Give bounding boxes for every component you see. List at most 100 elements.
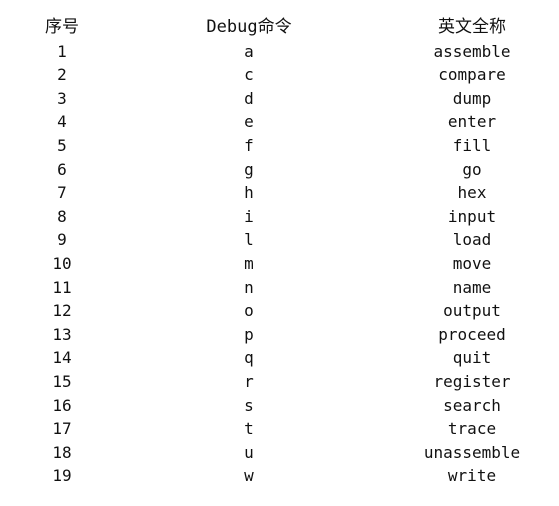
table-row: 8 i input xyxy=(0,205,559,229)
table-row-inner: 10 m move xyxy=(0,252,559,276)
table-row-inner: 1 a assemble xyxy=(0,40,559,64)
table-row-inner: 2 c compare xyxy=(0,63,559,87)
row-index: 15 xyxy=(52,371,72,391)
row-debug-command: q xyxy=(244,348,254,368)
table-row: 9 l load xyxy=(0,228,559,252)
table-header-inner: 序号 Debug命令 英文全称 xyxy=(0,16,559,40)
table-row: 18 u unassemble xyxy=(0,441,559,465)
row-debug-command: t xyxy=(244,419,254,439)
row-debug-command: e xyxy=(244,112,254,132)
row-index: 11 xyxy=(52,277,72,297)
table-row-inner: 5 f fill xyxy=(0,134,559,158)
table-row: 15 r register xyxy=(0,370,559,394)
row-english-name: input xyxy=(447,206,497,226)
row-index: 14 xyxy=(52,348,72,368)
row-index: 10 xyxy=(52,253,72,273)
row-debug-command: f xyxy=(244,135,254,155)
row-index: 8 xyxy=(57,206,67,226)
table-row: 11 n name xyxy=(0,276,559,300)
table-row: 16 s search xyxy=(0,394,559,418)
table-row-inner: 11 n name xyxy=(0,276,559,300)
table-header-row: 序号 Debug命令 英文全称 xyxy=(0,16,559,40)
row-english-name: go xyxy=(462,159,482,179)
table-row: 12 o output xyxy=(0,299,559,323)
row-debug-command: r xyxy=(244,371,254,391)
row-english-name: name xyxy=(452,277,492,297)
table-row: 10 m move xyxy=(0,252,559,276)
row-index: 4 xyxy=(57,112,67,132)
row-index: 1 xyxy=(57,41,67,61)
table-row: 1 a assemble xyxy=(0,40,559,64)
debug-command-table: 序号 Debug命令 英文全称 1 a assemble 2 c compare 3 d dum… xyxy=(0,16,559,488)
row-index: 13 xyxy=(52,324,72,344)
row-english-name: load xyxy=(452,230,492,250)
table-row-inner: 7 h hex xyxy=(0,181,559,205)
row-debug-command: g xyxy=(244,159,254,179)
row-index: 9 xyxy=(57,230,67,250)
table-row: 7 h hex xyxy=(0,181,559,205)
table-row-inner: 12 o output xyxy=(0,299,559,323)
table-row: 5 f fill xyxy=(0,134,559,158)
row-index: 2 xyxy=(57,65,67,85)
row-index: 17 xyxy=(52,419,72,439)
row-index: 12 xyxy=(52,301,72,321)
row-index: 7 xyxy=(57,183,67,203)
table-row-inner: 19 w write xyxy=(0,464,559,488)
row-index: 16 xyxy=(52,395,72,415)
row-english-name: compare xyxy=(438,65,506,85)
row-index: 18 xyxy=(52,442,72,462)
table-row-inner: 14 q quit xyxy=(0,346,559,370)
table-row-inner: 3 d dump xyxy=(0,87,559,111)
row-debug-command: p xyxy=(244,324,254,344)
row-english-name: unassemble xyxy=(423,442,521,462)
row-english-name: assemble xyxy=(433,41,511,61)
header-debug-command: Debug命令 xyxy=(206,17,292,37)
table-row: 3 d dump xyxy=(0,87,559,111)
table-row-inner: 13 p proceed xyxy=(0,323,559,347)
table-row-inner: 18 u unassemble xyxy=(0,441,559,465)
row-debug-command: l xyxy=(244,230,254,250)
row-english-name: output xyxy=(443,301,501,321)
table-row-inner: 8 i input xyxy=(0,205,559,229)
row-english-name: move xyxy=(452,253,492,273)
table-row-inner: 9 l load xyxy=(0,228,559,252)
row-english-name: register xyxy=(433,371,511,391)
table-body: 1 a assemble 2 c compare 3 d dump 4 e enter 5 f fill 6 g… xyxy=(0,40,559,488)
table-row: 6 g go xyxy=(0,158,559,182)
table-row: 14 q quit xyxy=(0,346,559,370)
row-english-name: hex xyxy=(457,183,487,203)
row-english-name: dump xyxy=(452,88,492,108)
row-english-name: fill xyxy=(452,135,492,155)
row-debug-command: u xyxy=(244,442,254,462)
table-row: 19 w write xyxy=(0,464,559,488)
row-debug-command: d xyxy=(244,88,254,108)
table-row: 2 c compare xyxy=(0,63,559,87)
table-row-inner: 16 s search xyxy=(0,394,559,418)
row-english-name: quit xyxy=(452,348,492,368)
table-row: 4 e enter xyxy=(0,110,559,134)
row-english-name: search xyxy=(443,395,501,415)
row-english-name: trace xyxy=(447,419,497,439)
row-debug-command: o xyxy=(244,301,254,321)
row-debug-command: a xyxy=(244,41,254,61)
row-index: 3 xyxy=(57,88,67,108)
table-row-inner: 6 g go xyxy=(0,158,559,182)
row-debug-command: c xyxy=(244,65,254,85)
row-english-name: enter xyxy=(447,112,497,132)
row-index: 5 xyxy=(57,135,67,155)
row-debug-command: s xyxy=(244,395,254,415)
table-row-inner: 4 e enter xyxy=(0,110,559,134)
table-row-inner: 17 t trace xyxy=(0,417,559,441)
row-english-name: proceed xyxy=(438,324,506,344)
row-debug-command: h xyxy=(244,183,254,203)
table-row-inner: 15 r register xyxy=(0,370,559,394)
row-debug-command: n xyxy=(244,277,254,297)
row-index: 6 xyxy=(57,159,67,179)
table-row: 13 p proceed xyxy=(0,323,559,347)
row-debug-command: m xyxy=(244,253,254,273)
header-english-name: 英文全称 xyxy=(438,17,506,37)
row-debug-command: w xyxy=(244,466,254,486)
row-english-name: write xyxy=(447,466,497,486)
row-debug-command: i xyxy=(244,206,254,226)
table-row: 17 t trace xyxy=(0,417,559,441)
